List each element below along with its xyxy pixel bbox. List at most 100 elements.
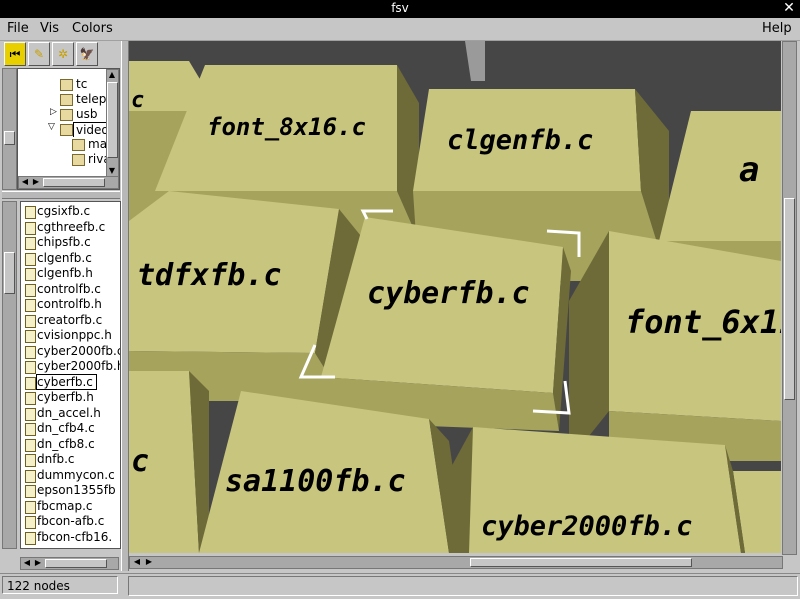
menu-bar: File Vis Colors Help (0, 18, 800, 41)
directory-tree: tc telepho ▷ usb ▽ video matro riva ▲ ▼ … (17, 68, 120, 190)
scroll-down-icon[interactable]: ▼ (107, 166, 117, 176)
list-item[interactable]: cgthreefb.c (21, 220, 120, 235)
folder-open-icon (60, 124, 73, 136)
menu-help[interactable]: Help (762, 21, 792, 36)
list-item[interactable]: chipsfb.c (21, 235, 120, 250)
list-item-label: dummycon.c (37, 468, 115, 482)
collapse-arrow-icon[interactable]: ▽ (48, 122, 55, 132)
block-label-cyberfb: cyberfb.c (367, 276, 530, 311)
list-left-scrollbar[interactable] (2, 201, 17, 549)
file-icon (25, 299, 36, 312)
scroll-up-icon[interactable]: ▲ (107, 70, 117, 80)
list-left-scroll-thumb[interactable] (4, 252, 15, 294)
list-item-selected[interactable]: cyberfb.c (21, 374, 120, 390)
list-item[interactable]: dn_accel.h (21, 406, 120, 421)
menu-file[interactable]: File (7, 21, 29, 36)
viewport-vscroll-thumb[interactable] (784, 198, 795, 400)
folder-icon (60, 109, 73, 121)
tree-item[interactable]: tc (18, 77, 119, 92)
menu-colors[interactable]: Colors (72, 21, 113, 36)
go-to-root-icon: ⏮ (9, 47, 21, 61)
list-item[interactable]: epson1355fb (21, 483, 120, 498)
list-item[interactable]: clgenfb.h (21, 266, 120, 281)
viewport-hscrollbar[interactable]: ◀ ▶ (129, 556, 783, 569)
pencil-icon: ✎ (33, 47, 45, 61)
scroll-right-icon[interactable]: ▶ (144, 557, 154, 567)
scroll-left-icon[interactable]: ◀ (20, 177, 30, 187)
list-item[interactable]: dummycon.c (21, 468, 120, 483)
file-icon (25, 253, 36, 266)
file-icon (25, 454, 36, 467)
tree-scroll-thumb[interactable] (107, 82, 118, 158)
node-count: 122 nodes (2, 576, 118, 594)
tree-item[interactable]: matro (18, 137, 119, 152)
file-icon (25, 408, 36, 421)
block-label-font8x16: font_8x16.c (207, 113, 366, 141)
list-item[interactable]: cyberfb.h (21, 390, 120, 405)
tree-hscroll-thumb[interactable] (43, 178, 105, 187)
file-icon (25, 268, 36, 281)
list-item[interactable]: fbcon-cfb16. (21, 530, 120, 545)
block-label-tdfxfb: tdfxfb.c (137, 258, 282, 293)
list-item[interactable]: dn_cfb4.c (21, 421, 120, 436)
tree-vscrollbar[interactable]: ▲ ▼ (106, 69, 119, 177)
list-item[interactable]: cgsixfb.c (21, 204, 120, 219)
block-cyber2000fb-side (449, 427, 473, 553)
file-icon (25, 392, 36, 405)
file-icon (25, 284, 36, 297)
list-item[interactable]: cvisionppc.h (21, 328, 120, 343)
eagle-icon: 🦅 (79, 47, 95, 61)
birdseye-button[interactable]: ✲ (52, 42, 74, 66)
expand-arrow-icon[interactable]: ▷ (50, 107, 57, 117)
tree-item-selected[interactable]: ▽ video (18, 122, 119, 137)
list-item[interactable]: cyber2000fb.h (21, 359, 120, 374)
block-label-cyber2000fb: cyber2000fb.c (481, 511, 692, 542)
eagle-button[interactable]: 🦅 (76, 42, 98, 66)
list-item-label: cyber2000fb.h (37, 359, 121, 373)
list-item[interactable]: clgenfb.c (21, 251, 120, 266)
menu-vis[interactable]: Vis (40, 21, 59, 36)
list-item[interactable]: creatorfb.c (21, 313, 120, 328)
list-item[interactable]: controlfb.h (21, 297, 120, 312)
list-item[interactable]: fbcon-afb.c (21, 514, 120, 529)
list-item[interactable]: dn_cfb8.c (21, 437, 120, 452)
list-item-label: controlfb.c (37, 282, 101, 296)
list-item-label: cyber2000fb.c (37, 344, 121, 358)
toolbar: ⏮ ✎ ✲ 🦅 (2, 41, 120, 67)
folder-icon (72, 139, 85, 151)
tree-item[interactable]: telepho (18, 92, 119, 107)
tree-left-scrollbar[interactable] (2, 68, 17, 190)
list-item[interactable]: dnfb.c (21, 452, 120, 467)
tree-item[interactable]: riva (18, 152, 119, 167)
tree-item[interactable]: ▷ usb (18, 107, 119, 122)
file-icon (25, 237, 36, 250)
scroll-left-icon[interactable]: ◀ (132, 557, 142, 567)
file-icon (25, 439, 36, 452)
close-icon[interactable]: ✕ (782, 0, 796, 16)
list-hscrollbar[interactable]: ◀ ▶ (20, 557, 119, 570)
tree-left-scroll-thumb[interactable] (4, 131, 15, 145)
viewport-vscrollbar[interactable] (782, 41, 797, 555)
pane-splitter[interactable] (121, 41, 129, 571)
file-icon (25, 423, 36, 436)
3d-viewport[interactable]: c font_8x16.c clgenfb.c a tdfxfb.c font_… (129, 41, 781, 553)
list-item[interactable]: cyber2000fb.c (21, 344, 120, 359)
list-hscroll-thumb[interactable] (45, 559, 107, 568)
scroll-left-icon[interactable]: ◀ (22, 558, 32, 568)
viewport-hscroll-thumb[interactable] (470, 558, 692, 567)
block-scene[interactable]: c font_8x16.c clgenfb.c a tdfxfb.c font_… (129, 41, 781, 553)
scroll-right-icon[interactable]: ▶ (33, 558, 43, 568)
scroll-right-icon[interactable]: ▶ (31, 177, 41, 187)
go-to-root-button[interactable]: ⏮ (4, 42, 26, 66)
tree-hscrollbar[interactable]: ◀ ▶ (18, 176, 119, 189)
list-item[interactable]: controlfb.c (21, 282, 120, 297)
panel-splitter[interactable] (2, 191, 120, 199)
list-item-label: fbcon-afb.c (37, 514, 105, 528)
file-list: cgsixfb.c cgthreefb.c chipsfb.c clgenfb.… (20, 201, 121, 549)
list-item[interactable]: fbcmap.c (21, 499, 120, 514)
file-icon (25, 346, 36, 359)
list-item-label: clgenfb.c (37, 251, 92, 265)
list-item-label: cyberfb.h (37, 390, 94, 404)
edit-button[interactable]: ✎ (28, 42, 50, 66)
file-icon (25, 485, 36, 498)
